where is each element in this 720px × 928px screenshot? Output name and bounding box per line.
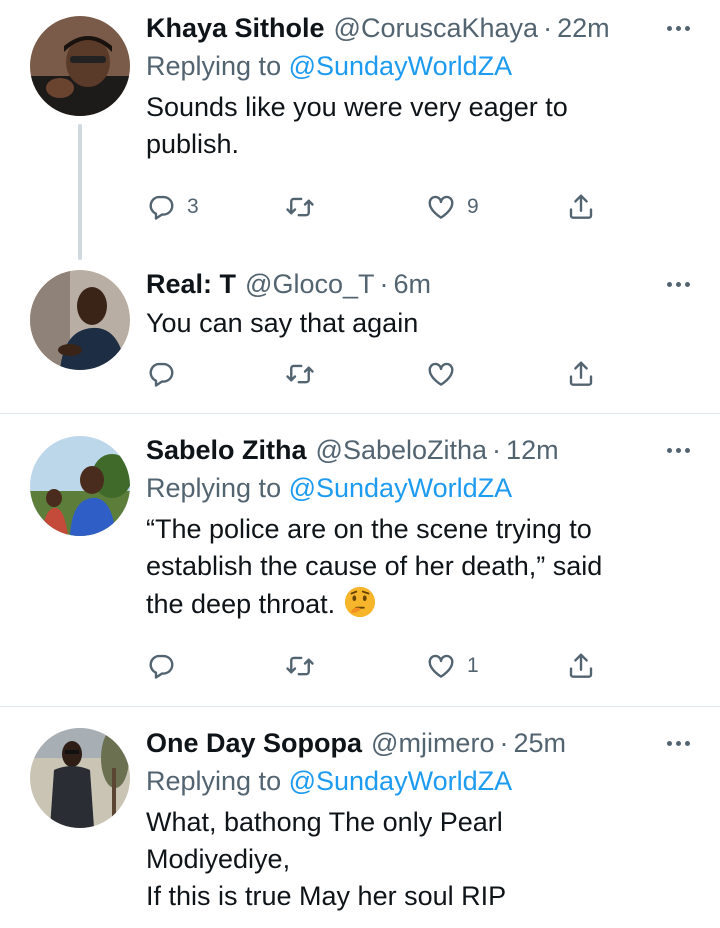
heart-icon [426, 192, 456, 222]
retweet-icon [285, 651, 315, 681]
tweet[interactable]: One Day Sopopa @mjimero · 25m Replying t… [0, 707, 720, 928]
retweet-button[interactable] [285, 356, 326, 392]
timestamp[interactable]: 22m [557, 9, 610, 47]
retweet-icon [285, 359, 315, 389]
like-button[interactable]: 9 [426, 189, 479, 225]
replying-to-prefix: Replying to [146, 51, 289, 81]
separator: · [543, 13, 553, 43]
reply-button[interactable] [146, 356, 187, 392]
thinking-face-icon [345, 586, 376, 618]
action-bar: 3 9 [146, 189, 606, 225]
tweet-text: You can say that again [146, 308, 419, 338]
replying-to-mention[interactable]: @SundayWorldZA [289, 51, 513, 81]
heart-icon [426, 651, 456, 681]
tweet-text: Sounds like you were very eager to publi… [146, 92, 568, 159]
separator: · [499, 728, 509, 758]
author-name[interactable]: One Day Sopopa [146, 724, 362, 762]
retweet-button[interactable] [285, 189, 326, 225]
share-button[interactable] [566, 189, 596, 225]
tweet[interactable]: Sabelo Zitha @SabeloZitha · 12m Replying… [0, 414, 720, 706]
like-button[interactable] [426, 356, 467, 392]
share-button[interactable] [566, 356, 596, 392]
timestamp[interactable]: 25m [513, 724, 566, 762]
more-icon[interactable] [667, 265, 690, 303]
heart-icon [426, 359, 456, 389]
replying-to: Replying to @SundayWorldZA [146, 469, 696, 507]
reply-button[interactable]: 3 [146, 189, 199, 225]
replying-to: Replying to @SundayWorldZA [146, 47, 696, 85]
separator: · [492, 435, 502, 465]
avatar[interactable] [30, 16, 130, 116]
reply-icon [146, 192, 176, 222]
replying-to-prefix: Replying to [146, 473, 289, 503]
like-button[interactable]: 1 [426, 648, 479, 684]
action-bar: 1 [146, 648, 606, 684]
author-handle[interactable]: @mjimero [371, 724, 494, 762]
tweet[interactable]: Khaya Sithole @CoruscaKhaya · 22m Replyi… [0, 0, 720, 262]
replying-to-mention[interactable]: @SundayWorldZA [289, 473, 513, 503]
avatar[interactable] [30, 270, 130, 370]
replying-to-prefix: Replying to [146, 766, 289, 796]
author-handle[interactable]: @SabeloZitha [316, 431, 488, 469]
action-bar [146, 356, 606, 392]
separator: · [379, 269, 389, 299]
timestamp[interactable]: 6m [393, 265, 431, 303]
author-name[interactable]: Sabelo Zitha [146, 431, 307, 469]
share-button[interactable] [566, 648, 596, 684]
reply-button[interactable] [146, 648, 187, 684]
tweet-text: What, bathong The only Pearl Modiyediye,… [146, 807, 507, 911]
tweet-text: “The police are on the scene trying to e… [146, 511, 696, 623]
tweet[interactable]: Real: T @Gloco_T · 6m You can say that a… [0, 262, 720, 412]
author-name[interactable]: Khaya Sithole [146, 9, 325, 47]
like-count: 1 [467, 654, 479, 677]
avatar[interactable] [30, 728, 130, 828]
author-handle[interactable]: @Gloco_T [245, 265, 374, 303]
reply-count: 3 [187, 195, 199, 218]
replying-to: Replying to @SundayWorldZA [146, 762, 696, 800]
share-icon [566, 192, 596, 222]
share-icon [566, 359, 596, 389]
more-icon[interactable] [667, 9, 690, 47]
more-icon[interactable] [667, 431, 690, 469]
retweet-icon [285, 192, 315, 222]
more-icon[interactable] [667, 724, 690, 762]
reply-icon [146, 359, 176, 389]
retweet-button[interactable] [285, 648, 326, 684]
avatar[interactable] [30, 436, 130, 536]
reply-icon [146, 651, 176, 681]
author-handle[interactable]: @CoruscaKhaya [334, 9, 539, 47]
author-name[interactable]: Real: T [146, 265, 236, 303]
thread-line [78, 124, 82, 260]
share-icon [566, 651, 596, 681]
timestamp[interactable]: 12m [506, 431, 559, 469]
like-count: 9 [467, 195, 479, 218]
replying-to-mention[interactable]: @SundayWorldZA [289, 766, 513, 796]
